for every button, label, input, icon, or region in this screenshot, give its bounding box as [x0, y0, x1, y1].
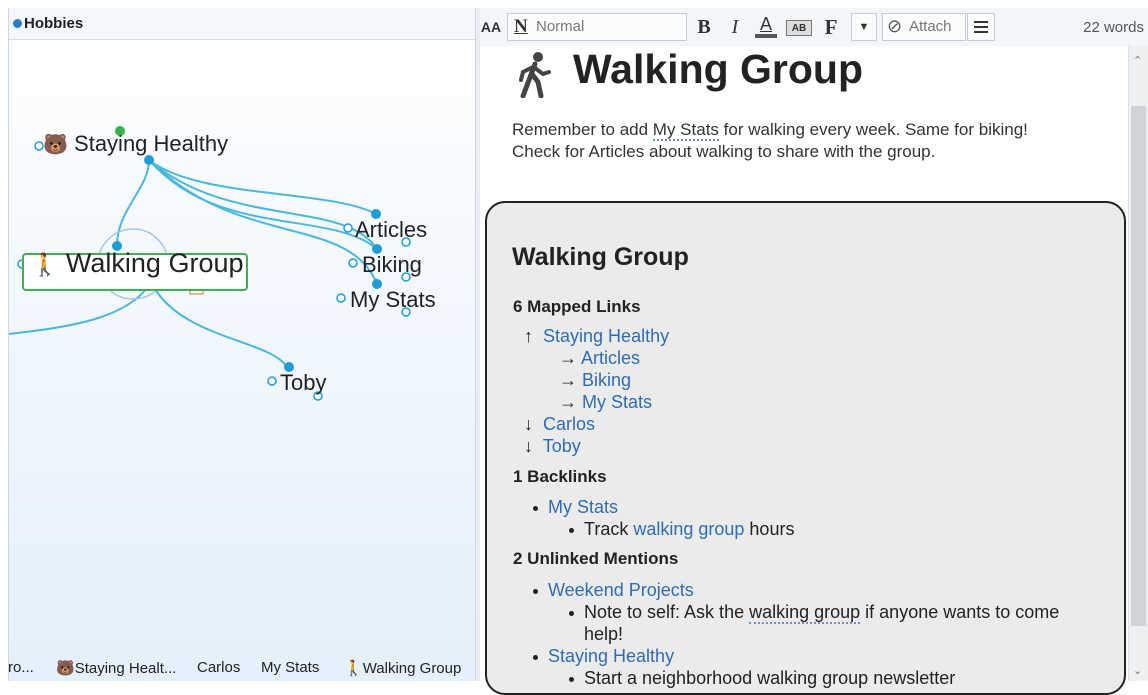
- thought-my-stats[interactable]: My Stats: [350, 287, 436, 313]
- pin-tab[interactable]: ro...: [8, 659, 34, 676]
- scroll-down-icon[interactable]: ⌄: [1133, 664, 1142, 677]
- mapped-link-jump[interactable]: → Articles: [559, 348, 640, 369]
- mapped-link-jump[interactable]: → My Stats: [559, 392, 652, 413]
- menu-icon[interactable]: [967, 13, 995, 41]
- mapped-link-child[interactable]: ↓ Carlos: [524, 414, 595, 435]
- scroll-up-icon[interactable]: ⌃: [1133, 54, 1142, 67]
- mapped-links-header: 6 Mapped Links: [513, 297, 641, 316]
- thought-articles[interactable]: Articles: [355, 217, 427, 243]
- notes-toolbar: AA N Normal B I A AB F ▼ ⊘ Attach 22 wor…: [480, 8, 1148, 47]
- unlinked-mention-context: Start a neighborhood walking group newsl…: [569, 668, 955, 689]
- unlinked-mention-context-cont: help!: [584, 624, 624, 644]
- link-biking: [148, 159, 378, 250]
- dropdown-arrow-icon[interactable]: ▼: [851, 13, 877, 41]
- link-toby: [150, 281, 288, 368]
- pin-tab[interactable]: 🐻Staying Healt...: [56, 659, 176, 677]
- thought-toby[interactable]: Toby: [280, 370, 326, 396]
- mind-map-pane[interactable]: Hobbies 🐻 Staying Healthy 🚶 Walking Grou…: [8, 8, 476, 681]
- paragraph-style-select[interactable]: N Normal: [507, 13, 687, 41]
- bold-button[interactable]: B: [693, 14, 715, 40]
- unlinked-mention-item[interactable]: Staying Healthy: [533, 646, 674, 667]
- mapped-link-child[interactable]: ↓ Toby: [524, 436, 581, 457]
- backlink-context: Track walking group hours: [569, 519, 794, 540]
- scroll-thumb[interactable]: [1131, 106, 1146, 626]
- brain-icon: [13, 19, 22, 28]
- bear-icon: 🐻: [56, 660, 75, 677]
- map-header: Hobbies: [9, 8, 476, 40]
- mapped-link-jump[interactable]: → Biking: [559, 370, 631, 391]
- report-title: Walking Group: [512, 243, 689, 271]
- attach-button[interactable]: ⊘ Attach: [882, 13, 966, 41]
- link-parent: [116, 159, 150, 247]
- thought-report-panel: Walking Group 6 Mapped Links ↑ Staying H…: [485, 201, 1126, 695]
- unlinked-mentions-header: 2 Unlinked Mentions: [513, 549, 679, 568]
- word-count: 22 words: [1083, 19, 1144, 36]
- note-title: Walking Group: [573, 46, 864, 92]
- highlight-button[interactable]: AB: [786, 20, 812, 36]
- italic-button[interactable]: I: [724, 14, 746, 40]
- pin-tab[interactable]: My Stats: [261, 659, 319, 676]
- thought-walking-group[interactable]: 🚶 Walking Group: [31, 248, 244, 279]
- walker-icon: 🚶: [344, 660, 363, 677]
- backlink-item[interactable]: My Stats: [533, 497, 618, 518]
- backlinks-header: 1 Backlinks: [513, 467, 607, 486]
- brain-title: Hobbies: [24, 15, 84, 32]
- font-color-button[interactable]: A: [755, 14, 777, 38]
- pins-bar: ro... 🐻Staying Healt... Carlos My Stats …: [8, 655, 475, 681]
- thought-staying-healthy[interactable]: 🐻 Staying Healthy: [43, 131, 228, 157]
- editor-scrollbar[interactable]: ⌃ ⌄: [1128, 46, 1148, 681]
- format-button[interactable]: F: [820, 14, 842, 40]
- pin-tab[interactable]: 🚶Walking Group: [344, 659, 461, 677]
- font-size-icon[interactable]: AA: [480, 14, 502, 40]
- walker-icon: 🚶: [31, 252, 59, 277]
- paperclip-icon: ⊘: [887, 16, 903, 36]
- walker-icon: [519, 52, 551, 98]
- normal-style-icon: N: [514, 16, 528, 37]
- note-body[interactable]: Remember to add My Stats for walking eve…: [512, 119, 1102, 163]
- thought-biking[interactable]: Biking: [362, 252, 422, 278]
- mapped-link-parent[interactable]: ↑ Staying Healthy: [524, 326, 669, 347]
- unlinked-mention-item[interactable]: Weekend Projects: [533, 580, 694, 601]
- pin-tab[interactable]: Carlos: [197, 659, 240, 676]
- unlinked-mention-context: Note to self: Ask the walking group if a…: [569, 602, 1059, 624]
- bear-icon: 🐻: [43, 134, 68, 156]
- note-link-my-stats[interactable]: My Stats: [652, 120, 719, 141]
